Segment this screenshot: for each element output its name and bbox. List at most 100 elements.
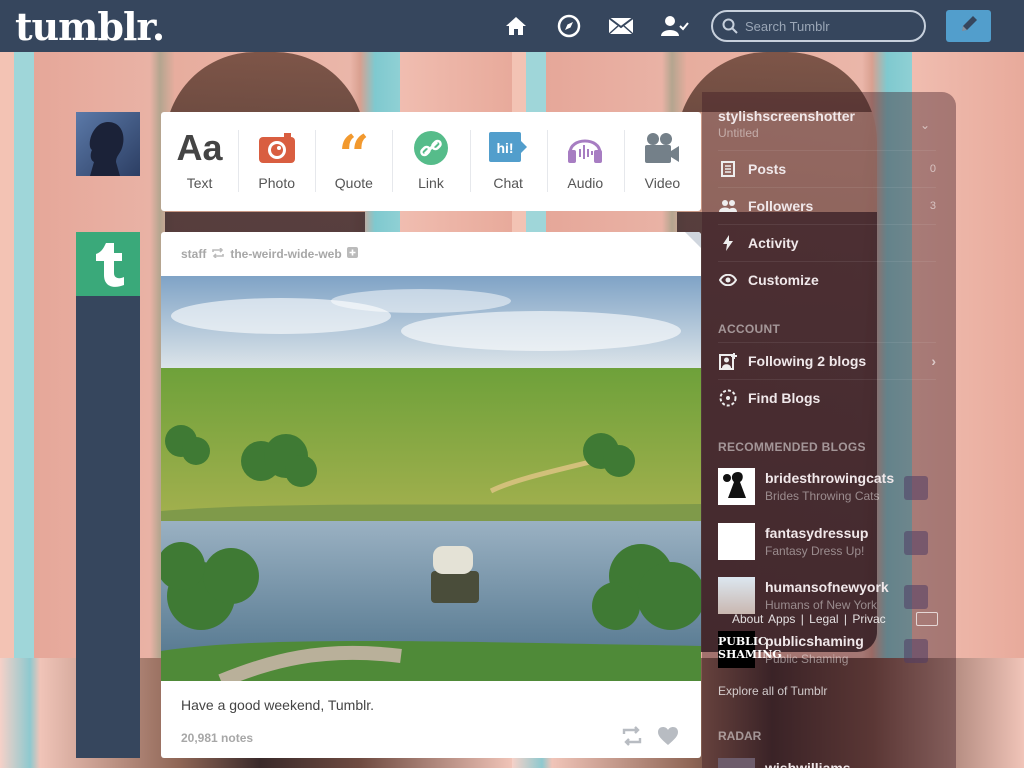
sidebar-item-posts[interactable]: Posts 0 <box>718 150 936 187</box>
post-type-label: Video <box>644 175 681 191</box>
sidebar-item-activity[interactable]: Activity <box>718 224 936 261</box>
blog-title: Fantasy Dress Up! <box>765 544 865 558</box>
follow-button[interactable] <box>904 531 928 555</box>
tumblr-logo[interactable]: tumblr. <box>15 4 165 49</box>
like-button[interactable] <box>657 726 679 751</box>
search-icon <box>722 18 738 39</box>
follow-button[interactable] <box>904 585 928 609</box>
sidebar-item-count: 0 <box>929 163 936 175</box>
post-type-photo[interactable]: Photo <box>238 112 315 211</box>
post-header: staff the-weird-wide-web <box>161 232 701 276</box>
account-section-title: ACCOUNT <box>718 322 781 336</box>
compass-icon <box>718 389 738 407</box>
compass-icon[interactable] <box>556 13 582 39</box>
post-photo[interactable] <box>161 276 701 681</box>
post-actions <box>621 726 679 751</box>
post-type-text[interactable]: Aa Text <box>161 112 238 211</box>
blog-title: Brides Throwing Cats <box>765 489 880 503</box>
blog-name: publicshaming <box>765 633 864 649</box>
radar-section-title: RADAR <box>718 729 762 743</box>
post-avatar-rail <box>76 232 140 758</box>
pencil-icon <box>959 14 979 39</box>
recommended-section-title: RECOMMENDED BLOGS <box>718 440 866 454</box>
blog-avatar <box>718 523 755 560</box>
followers-icon <box>718 199 738 213</box>
sidebar-item-label: Find Blogs <box>748 390 821 406</box>
post-caption: Have a good weekend, Tumblr. <box>181 697 375 713</box>
sidebar-item-followers[interactable]: Followers 3 <box>718 187 936 224</box>
post-notes-count[interactable]: 20,981 notes <box>181 731 253 745</box>
sidebar-item-count: 3 <box>929 200 936 212</box>
post-type-label: Link <box>418 175 444 191</box>
chevron-right-icon: › <box>931 353 936 369</box>
follow-button[interactable] <box>904 639 928 663</box>
recommended-blog[interactable]: bridesthrowingcats Brides Throwing Cats <box>718 468 940 520</box>
text-icon: Aa <box>176 127 223 168</box>
follow-plus-icon[interactable] <box>346 247 358 261</box>
mail-icon[interactable] <box>608 13 634 39</box>
sidebar-item-customize[interactable]: Customize <box>718 261 936 298</box>
blog-avatar: PUBLIC SHAMING <box>718 631 782 668</box>
follow-button[interactable] <box>904 476 928 500</box>
post-type-chat[interactable]: hi! Chat <box>469 112 547 211</box>
recommended-blog[interactable]: fantasydressup Fantasy Dress Up! <box>718 523 940 575</box>
reblog-button[interactable] <box>621 726 643 751</box>
sidebar-item-label: Followers <box>748 198 814 214</box>
blog-name: humansofnewyork <box>765 579 889 595</box>
sidebar-item-label: Posts <box>748 161 787 177</box>
add-user-icon <box>718 352 738 370</box>
blog-title: Public Shaming <box>765 652 849 666</box>
search-box[interactable] <box>711 10 926 42</box>
user-avatar[interactable] <box>76 112 140 176</box>
post-type-label: Audio <box>567 175 604 191</box>
sidebar-item-label: Following 2 blogs <box>748 353 867 369</box>
footer-links[interactable]: About Apps | Legal | Privac <box>732 612 886 626</box>
top-navigation-bar: tumblr. <box>0 0 1024 52</box>
staff-avatar[interactable] <box>76 232 140 296</box>
post-type-video[interactable]: Video <box>623 112 701 211</box>
quote-icon: “ <box>338 123 370 187</box>
post-type-label: Photo <box>258 175 295 191</box>
radar-blog-name[interactable]: wishwilliams <box>765 760 851 768</box>
chevron-down-icon[interactable]: ⌄ <box>920 118 930 132</box>
post-corner-fold <box>685 232 701 248</box>
sidebar-item-label: Customize <box>748 272 819 288</box>
user-icon[interactable] <box>660 13 690 39</box>
compose-button[interactable] <box>946 10 991 42</box>
search-input[interactable] <box>745 16 915 36</box>
eye-icon <box>718 274 738 286</box>
blog-avatar <box>718 468 755 505</box>
post-type-link[interactable]: Link <box>392 112 469 211</box>
post-type-label: Text <box>186 175 213 191</box>
blog-avatar <box>718 577 755 614</box>
reblog-icon <box>211 247 225 261</box>
radar-avatar[interactable] <box>718 758 755 768</box>
dashboard-sidebar: stylishscreenshotter Untitled ⌄ Posts 0 … <box>702 92 956 768</box>
explore-link[interactable]: Explore all of Tumblr <box>718 684 827 698</box>
sidebar-item-find-blogs[interactable]: Find Blogs <box>718 379 936 416</box>
sidebar-blog-title: Untitled <box>718 126 759 140</box>
sidebar-item-following[interactable]: Following 2 blogs › <box>718 342 936 379</box>
recommended-blog[interactable]: PUBLIC SHAMING publicshaming Public Sham… <box>718 631 940 683</box>
link-icon <box>392 128 469 168</box>
posts-icon <box>718 161 738 177</box>
blog-name: bridesthrowingcats <box>765 470 895 486</box>
post-type-bar: Aa Text Photo “ Quote Link hi! Chat Audi… <box>161 112 701 211</box>
blog-name: fantasydressup <box>765 525 869 541</box>
video-camera-icon <box>624 128 701 168</box>
keyboard-icon[interactable] <box>916 612 938 626</box>
sidebar-blog-name[interactable]: stylishscreenshotter <box>718 108 855 124</box>
post-type-audio[interactable]: Audio <box>546 112 624 211</box>
reblogged-from[interactable]: the-weird-wide-web <box>230 247 341 261</box>
svg-text:hi!: hi! <box>497 140 514 156</box>
headphones-icon <box>547 128 624 168</box>
post-type-quote[interactable]: “ Quote <box>315 112 392 211</box>
lightning-icon <box>718 235 738 251</box>
post-type-label: Chat <box>493 175 523 191</box>
camera-icon <box>238 128 315 168</box>
chat-icon: hi! <box>470 128 547 168</box>
post-author[interactable]: staff <box>181 247 206 261</box>
home-icon[interactable] <box>503 13 529 39</box>
blog-title: Humans of New York <box>765 598 878 612</box>
dashboard-post: staff the-weird-wide-web Have a good wee… <box>161 232 701 758</box>
